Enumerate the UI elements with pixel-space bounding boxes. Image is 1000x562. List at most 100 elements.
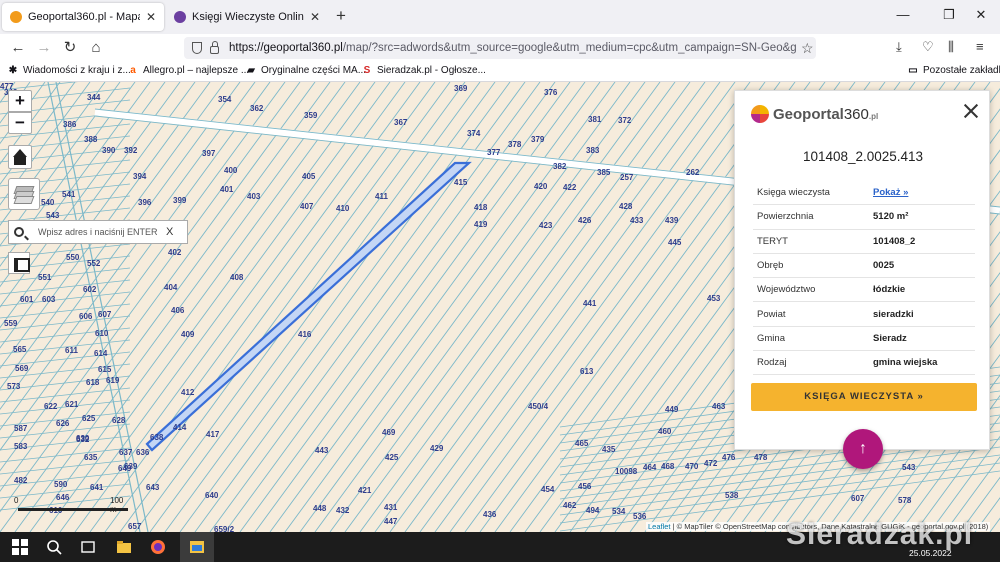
property-value: 5120 m² xyxy=(873,211,909,223)
parcel-number: 453 xyxy=(707,294,721,303)
parcel-number: 460 xyxy=(658,427,672,436)
geoportal-logo: Geoportal360.pl xyxy=(751,105,878,123)
folder-icon: ▭ xyxy=(908,64,918,76)
bookmark-item[interactable]: ✱ Wiadomości z kraju i z... xyxy=(8,65,131,76)
parcel-number: 543 xyxy=(902,463,916,472)
show-registry-link[interactable]: Pokaż » xyxy=(873,187,908,198)
parcel-number: 396 xyxy=(138,198,152,207)
parcel-number: 409 xyxy=(181,330,195,339)
parcel-number: 628 xyxy=(112,416,126,425)
scale-bar xyxy=(18,508,128,511)
property-key: Obręb xyxy=(757,260,784,272)
parcel-id: 101408_2.0025.413 xyxy=(802,149,924,164)
parcel-number: 406 xyxy=(171,306,185,315)
parcel-number: 386 xyxy=(63,120,77,129)
bookmark-label: Wiadomości z kraju i z... xyxy=(23,65,131,76)
parcel-number: 476 xyxy=(722,453,736,462)
other-bookmarks[interactable]: ▭ Pozostałe zakładki xyxy=(908,65,1000,76)
parcel-number: 415 xyxy=(454,178,468,187)
home-icon[interactable]: ⌂ xyxy=(86,38,106,58)
active-app-slot[interactable] xyxy=(180,532,214,562)
parcel-number: 625 xyxy=(82,414,96,423)
bookmark-star-icon[interactable]: ☆ xyxy=(801,40,814,57)
close-panel-icon[interactable] xyxy=(963,103,979,119)
task-view-icon[interactable] xyxy=(80,539,96,555)
windows-start-icon[interactable] xyxy=(12,539,28,555)
parcel-number: 536 xyxy=(633,512,647,521)
map-canvas[interactable]: 3433443543623593673693763813723863883903… xyxy=(0,82,1000,532)
tab-title: Księgi Wieczyste Online - Ogólne xyxy=(192,11,304,23)
parcel-number: 385 xyxy=(597,168,611,177)
menu-icon[interactable]: ≡ xyxy=(976,39,984,54)
parcel-number: 552 xyxy=(87,259,101,268)
watermark-logo: Sieradzak.pl xyxy=(786,518,974,551)
parcel-number: 635 xyxy=(84,453,98,462)
property-value: gmina wiejska xyxy=(873,357,938,369)
property-row: Województwo łódzkie xyxy=(753,278,975,303)
bookmark-item[interactable]: ▰ Oryginalne części MA... xyxy=(246,65,366,76)
url-text[interactable]: https://geoportal360.pl/map/?src=adwords… xyxy=(229,42,797,54)
address-search-input[interactable] xyxy=(38,227,158,237)
side-panel-toggle-icon[interactable] xyxy=(8,252,30,274)
tab-ksiegi[interactable]: Księgi Wieczyste Online - Ogólne ✕ xyxy=(166,3,328,31)
parcel-number: 392 xyxy=(124,146,138,155)
reload-icon[interactable]: ↻ xyxy=(60,38,80,58)
parcel-number: 394 xyxy=(133,172,147,181)
parcel-number: 10098 xyxy=(615,467,638,476)
parcel-number: 435 xyxy=(602,445,616,454)
property-row: Obręb 0025 xyxy=(753,254,975,279)
parcel-number: 551 xyxy=(38,273,52,282)
parcel-number: 482 xyxy=(14,476,28,485)
clear-search-button[interactable]: X xyxy=(166,226,173,238)
property-value: Sieradz xyxy=(873,332,907,344)
close-tab-icon[interactable]: ✕ xyxy=(146,10,156,24)
parcel-number: 559 xyxy=(4,319,18,328)
zoom-in-button[interactable]: + xyxy=(8,90,32,112)
save-to-pocket-icon[interactable]: ⤓ xyxy=(896,39,902,55)
property-key: Rodzaj xyxy=(757,357,787,369)
property-key: Powierzchnia xyxy=(757,211,814,223)
scale-zero: 0 xyxy=(14,496,19,505)
parcel-number: 410 xyxy=(336,204,350,213)
brand-tld: .pl xyxy=(868,111,879,121)
zoom-out-button[interactable]: − xyxy=(8,112,32,134)
land-registry-button[interactable]: KSIĘGA WIECZYSTA » xyxy=(751,383,977,411)
world-icon: ✱ xyxy=(8,64,18,76)
parcel-number: 431 xyxy=(384,503,398,512)
close-tab-icon[interactable]: ✕ xyxy=(310,10,320,24)
parcel-number: 422 xyxy=(563,183,577,192)
tab-geoportal[interactable]: Geoportal360.pl - Mapa Interakt ✕ xyxy=(2,3,164,31)
parcel-number: 469 xyxy=(382,428,396,437)
library-icon[interactable]: ⫼ xyxy=(948,39,954,55)
layers-icon[interactable] xyxy=(8,178,40,210)
file-explorer-icon[interactable] xyxy=(116,539,132,555)
window-close-icon[interactable]: ✕ xyxy=(958,7,1000,23)
parcel-number: 417 xyxy=(206,430,220,439)
parcel-number: 448 xyxy=(313,504,327,513)
back-arrow-icon[interactable]: ← xyxy=(8,38,28,58)
search-icon[interactable] xyxy=(46,539,62,555)
lock-icon[interactable] xyxy=(210,40,219,54)
bookmark-item[interactable]: S Sieradzak.pl - Ogłosze... xyxy=(362,65,486,76)
leaflet-link[interactable]: Leaflet xyxy=(648,522,671,531)
parcel-number: 464 xyxy=(643,463,657,472)
firefox-icon[interactable] xyxy=(150,539,166,555)
parcel-number: 569 xyxy=(15,364,29,373)
pocket-icon[interactable]: ♡ xyxy=(922,39,934,55)
parcel-number: 621 xyxy=(65,400,79,409)
parcel-number: 587 xyxy=(14,424,28,433)
forward-arrow-icon[interactable]: → xyxy=(34,38,54,58)
new-tab-icon[interactable]: + xyxy=(336,6,346,26)
parcel-number: 641 xyxy=(90,483,104,492)
scroll-up-arrow-icon[interactable]: ↑ xyxy=(843,429,883,469)
search-icon[interactable] xyxy=(14,227,24,237)
minimize-icon[interactable]: — xyxy=(880,7,926,22)
address-bar[interactable]: https://geoportal360.pl/map/?src=adwords… xyxy=(184,37,816,59)
parcel-number: 640 xyxy=(205,491,219,500)
parcel-number: 407 xyxy=(300,202,314,211)
home-extent-button[interactable] xyxy=(8,145,32,169)
parcel-number: 397 xyxy=(202,149,216,158)
parcel-number: 443 xyxy=(315,446,329,455)
bookmark-item[interactable]: a Allegro.pl – najlepsze ... xyxy=(128,65,249,76)
tracking-shield-icon[interactable] xyxy=(192,42,202,54)
